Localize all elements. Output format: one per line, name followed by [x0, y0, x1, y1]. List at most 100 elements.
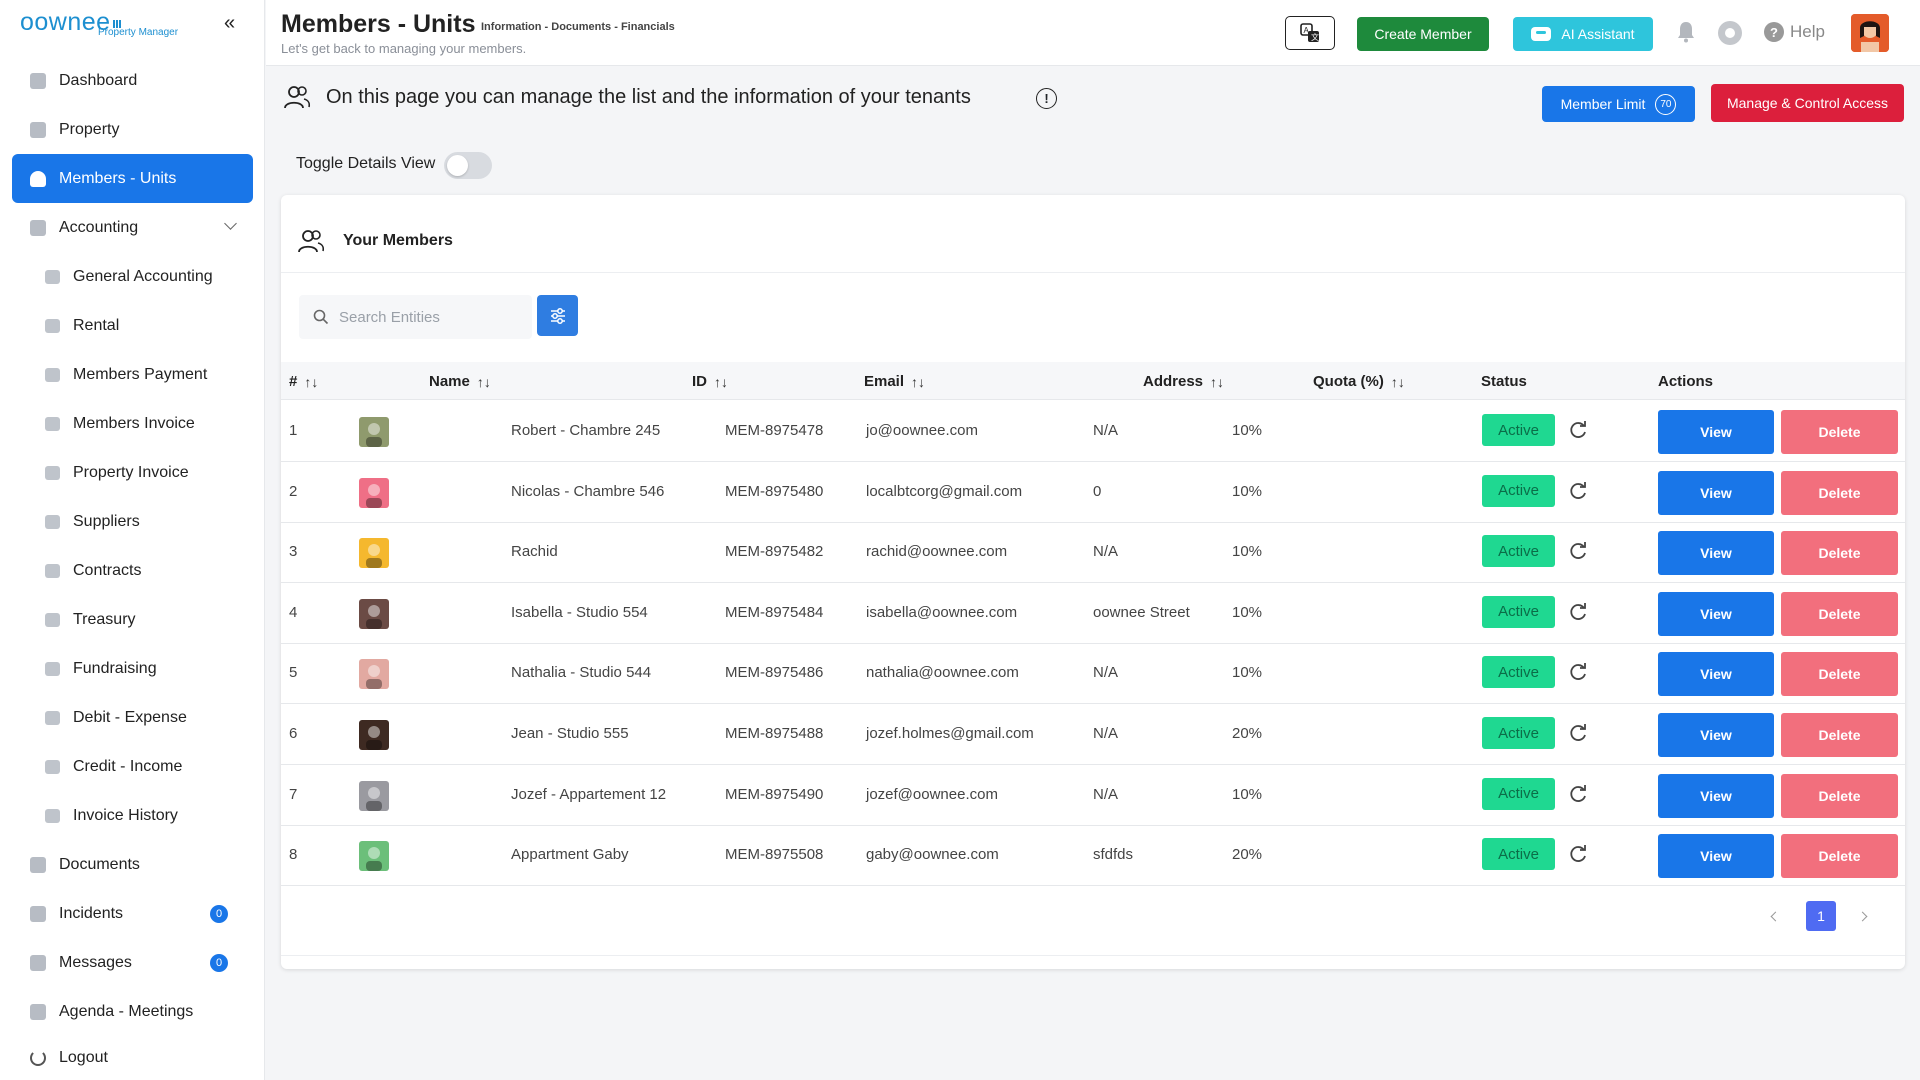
delete-button[interactable]: Delete — [1781, 773, 1898, 818]
view-button[interactable]: View — [1658, 531, 1774, 576]
column-header-address[interactable]: Address ↑↓ — [1143, 373, 1224, 390]
cell-name: Appartment Gaby — [511, 846, 629, 864]
delete-button[interactable]: Delete — [1781, 713, 1898, 757]
refresh-icon[interactable] — [1567, 661, 1589, 683]
toggle-details-switch[interactable] — [444, 152, 492, 179]
info-icon[interactable]: ! — [1036, 88, 1057, 109]
sidebar-item-members-units[interactable]: Members - Units — [12, 154, 253, 203]
delete-button[interactable]: Delete — [1781, 834, 1898, 879]
sidebar-item-incidents[interactable]: Incidents 0 — [0, 889, 265, 938]
sidebar-item-accounting[interactable]: Accounting — [0, 203, 265, 252]
user-avatar[interactable] — [1851, 14, 1889, 52]
cell-email[interactable]: jozef@oownee.com — [866, 786, 998, 803]
status-badge: Active — [1482, 535, 1555, 568]
column-header-name[interactable]: Name ↑↓ — [429, 373, 491, 390]
brand-logo[interactable]: oownee Property Manager — [20, 8, 220, 42]
card-title: Your Members — [343, 232, 453, 249]
member-avatar — [359, 477, 389, 508]
sidebar-item-treasury[interactable]: Treasury — [0, 595, 265, 644]
filter-sliders-icon — [550, 307, 565, 324]
sidebar-item-debit-expense[interactable]: Debit - Expense — [0, 693, 265, 742]
sidebar-item-messages[interactable]: Messages 0 — [0, 938, 265, 987]
refresh-icon[interactable] — [1567, 601, 1589, 623]
status-badge: Active — [1482, 474, 1555, 507]
view-button[interactable]: View — [1658, 773, 1774, 818]
refresh-icon[interactable] — [1567, 722, 1589, 744]
ai-assistant-label: AI Assistant — [1561, 26, 1635, 42]
settings-gear-icon[interactable] — [1718, 21, 1742, 45]
cell-email[interactable]: gaby@oownee.com — [866, 846, 999, 863]
delete-button[interactable]: Delete — [1781, 591, 1898, 636]
sidebar-item-label: Documents — [59, 855, 140, 873]
filter-button[interactable] — [537, 295, 578, 336]
cell-name: Isabella - Studio 554 — [511, 603, 648, 621]
sidebar-item-credit-income[interactable]: Credit - Income — [0, 742, 265, 791]
column-header-id[interactable]: ID ↑↓ — [692, 373, 728, 390]
sidebar-item-property[interactable]: Property — [0, 105, 265, 154]
sidebar-item-property-invoice[interactable]: Property Invoice — [0, 448, 265, 497]
sidebar-item-logout[interactable]: Logout — [0, 1036, 265, 1080]
refresh-icon[interactable] — [1567, 480, 1589, 502]
logout-icon — [30, 1050, 46, 1066]
delete-button[interactable]: Delete — [1781, 652, 1898, 697]
sort-icon: ↑↓ — [911, 373, 926, 390]
status-badge: Active — [1482, 656, 1555, 689]
member-avatar — [359, 538, 389, 569]
sidebar-item-label: Messages — [59, 953, 132, 971]
collapse-sidebar-icon[interactable]: « — [224, 12, 235, 35]
delete-button[interactable]: Delete — [1781, 531, 1898, 576]
delete-button[interactable]: Delete — [1781, 470, 1898, 515]
pagination-page-1[interactable]: 1 — [1806, 901, 1836, 931]
ai-assistant-button[interactable]: AI Assistant — [1513, 17, 1653, 51]
sidebar-item-rental[interactable]: Rental — [0, 301, 265, 350]
cell-email[interactable]: localbtcorg@gmail.com — [866, 483, 1022, 500]
pagination-next-icon[interactable] — [1857, 909, 1871, 923]
accounting-icon — [30, 219, 46, 236]
sidebar-item-members-invoice[interactable]: Members Invoice — [0, 399, 265, 448]
manage-access-button[interactable]: Manage & Control Access — [1711, 84, 1904, 122]
cell-email[interactable]: nathalia@oownee.com — [866, 664, 1019, 681]
translate-button[interactable]: A文 — [1285, 16, 1335, 50]
view-button[interactable]: View — [1658, 652, 1774, 697]
sidebar-item-label: General Accounting — [73, 267, 213, 285]
sidebar-item-invoice-history[interactable]: Invoice History — [0, 791, 265, 840]
search-input[interactable] — [339, 308, 519, 326]
payment-icon — [45, 367, 60, 382]
column-header-number[interactable]: # ↑↓ — [289, 373, 318, 390]
refresh-icon[interactable] — [1567, 843, 1589, 865]
cell-email[interactable]: rachid@oownee.com — [866, 543, 1007, 560]
create-member-button[interactable]: Create Member — [1357, 17, 1489, 51]
member-limit-button[interactable]: Member Limit 70 — [1542, 86, 1695, 122]
sidebar-item-dashboard[interactable]: Dashboard — [0, 56, 265, 105]
users-icon — [284, 86, 311, 109]
cell-number: 6 — [289, 725, 298, 742]
table-row: 8 Appartment Gaby MEM-8975508 gaby@oownee.c… — [281, 825, 1905, 887]
sidebar-item-general-accounting[interactable]: General Accounting — [0, 252, 265, 301]
column-header-email[interactable]: Email ↑↓ — [864, 373, 925, 390]
delete-button[interactable]: Delete — [1781, 410, 1898, 454]
calendar-icon — [30, 1003, 46, 1020]
view-button[interactable]: View — [1658, 410, 1774, 454]
cell-email[interactable]: jozef.holmes@gmail.com — [866, 725, 1034, 742]
column-header-quota[interactable]: Quota (%) ↑↓ — [1313, 373, 1405, 390]
sidebar-item-documents[interactable]: Documents — [0, 840, 265, 889]
view-button[interactable]: View — [1658, 470, 1774, 515]
sidebar-item-contracts[interactable]: Contracts — [0, 546, 265, 595]
view-button[interactable]: View — [1658, 591, 1774, 636]
view-button[interactable]: View — [1658, 834, 1774, 879]
cell-email[interactable]: jo@oownee.com — [866, 422, 978, 439]
refresh-icon[interactable] — [1567, 540, 1589, 562]
sidebar-item-members-payment[interactable]: Members Payment — [0, 350, 265, 399]
help-link[interactable]: ? Help — [1764, 22, 1825, 42]
view-button[interactable]: View — [1658, 713, 1774, 757]
refresh-icon[interactable] — [1567, 783, 1589, 805]
sidebar-item-fundraising[interactable]: Fundraising — [0, 644, 265, 693]
sidebar-item-agenda-meetings[interactable]: Agenda - Meetings — [0, 987, 265, 1036]
cell-email[interactable]: isabella@oownee.com — [866, 604, 1017, 621]
notification-bell-icon[interactable] — [1677, 21, 1695, 43]
card-header: Your Members — [281, 195, 1905, 273]
member-avatar — [359, 780, 389, 811]
refresh-icon[interactable] — [1567, 419, 1589, 441]
pagination-prev-icon[interactable] — [1768, 909, 1782, 923]
sidebar-item-suppliers[interactable]: Suppliers — [0, 497, 265, 546]
